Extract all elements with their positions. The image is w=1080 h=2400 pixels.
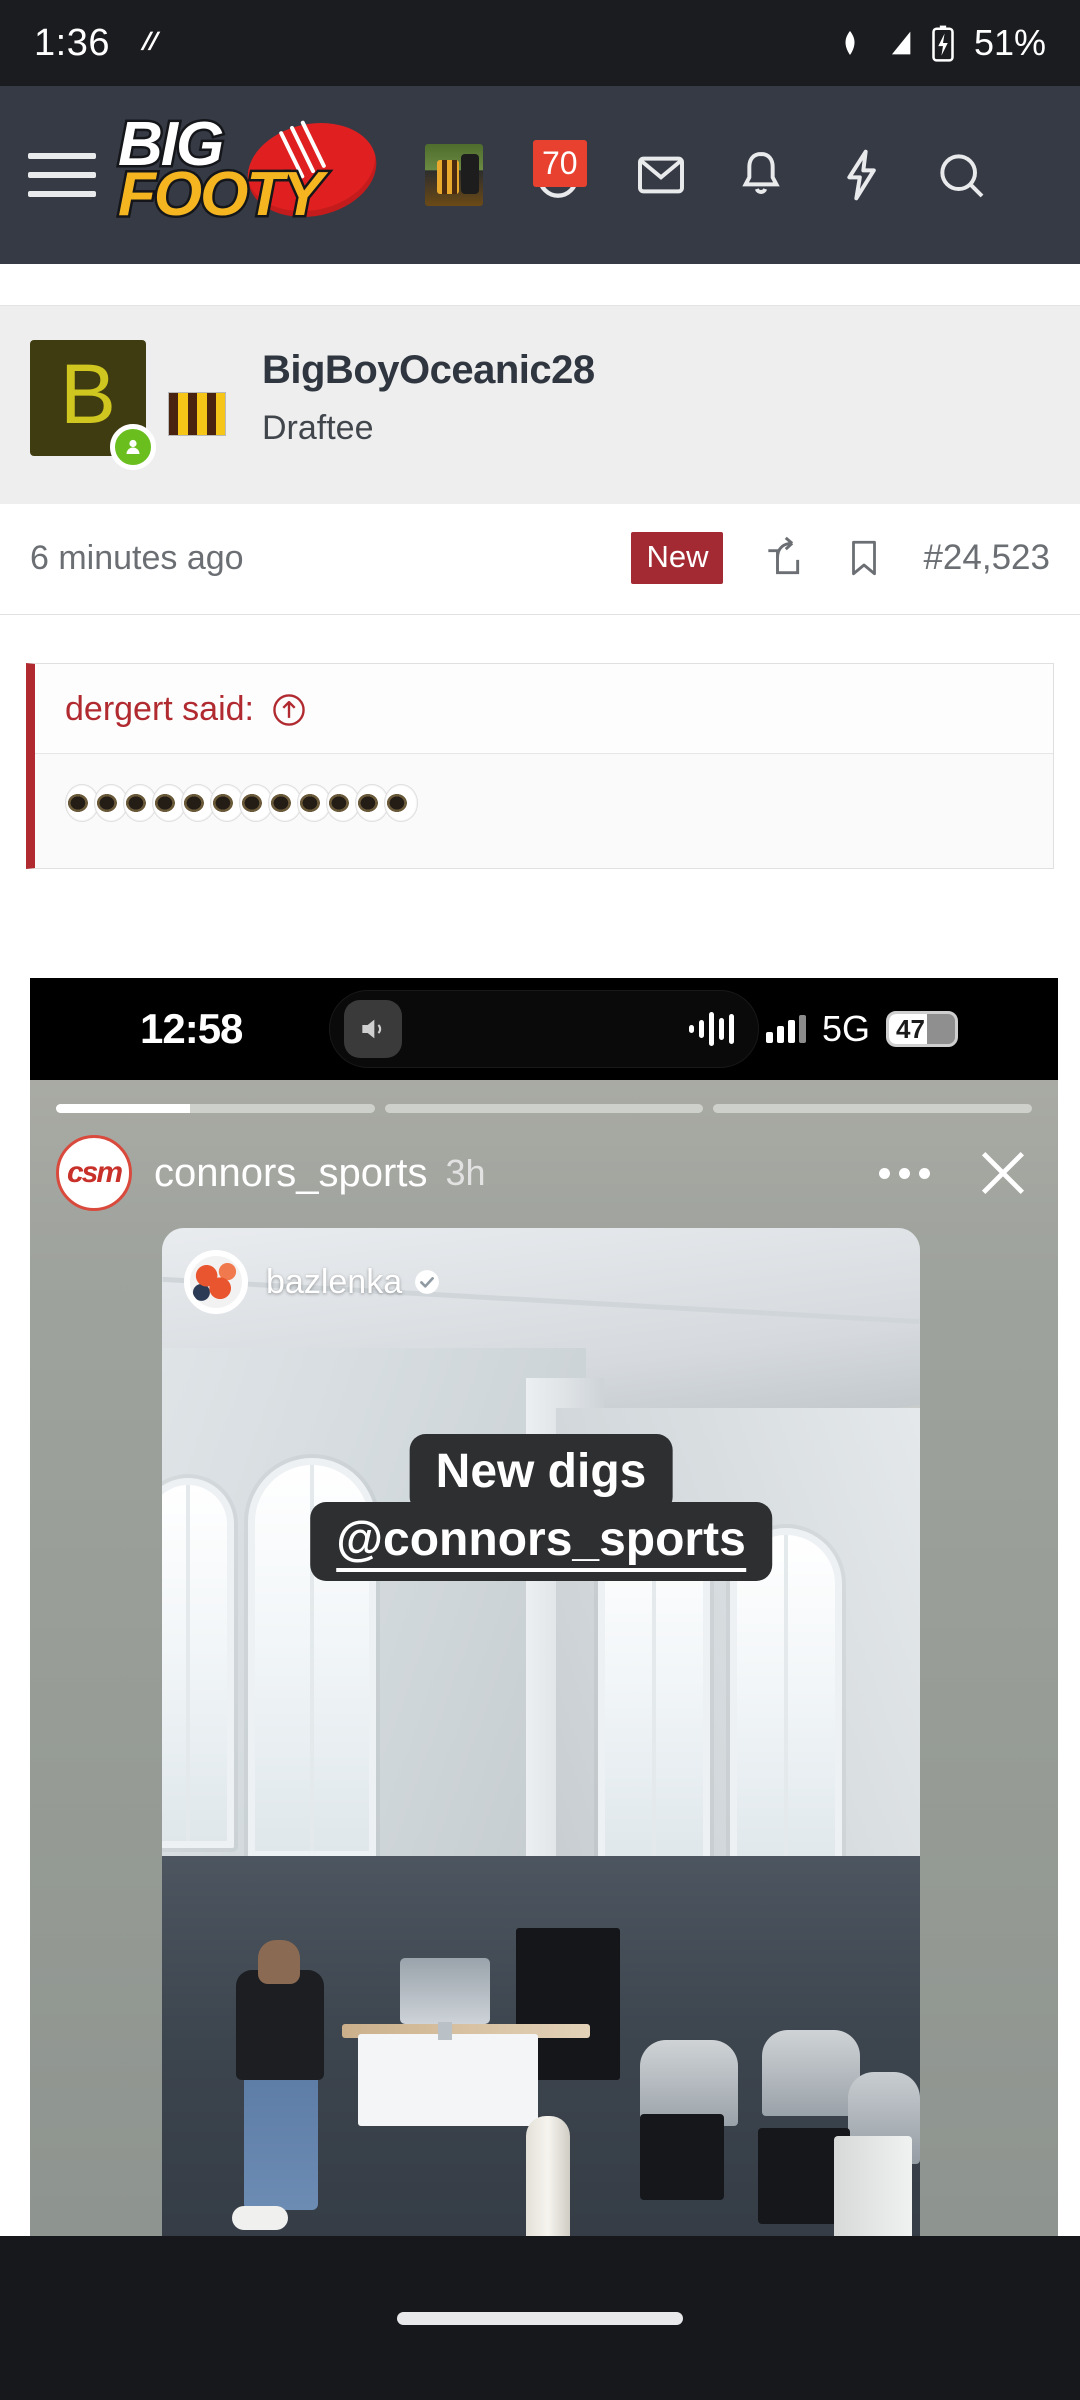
team-flag-icon xyxy=(168,392,226,436)
author-names: BigBoyOceanic28 Draftee xyxy=(262,340,595,448)
quote-header[interactable]: dergert said: xyxy=(35,664,1053,754)
story-progress-segment xyxy=(384,1104,704,1113)
cell-signal-icon xyxy=(765,1015,806,1043)
story-account-name[interactable]: connors_sports xyxy=(154,1151,427,1196)
ios-status-right: 5G 47 xyxy=(765,1008,958,1050)
quote-body xyxy=(35,754,1053,868)
embedded-screenshot-image[interactable]: 12:58 5G 47 csm connors_sports 3h bazlen… xyxy=(30,978,1058,2236)
home-gesture-pill[interactable] xyxy=(397,2311,683,2325)
alerts-icon[interactable]: 70 xyxy=(527,140,589,206)
story-time-ago: 3h xyxy=(445,1152,486,1193)
alert-count-badge: 70 xyxy=(533,140,587,187)
logo-text-footy: FOOTY xyxy=(116,160,327,229)
wifi-icon xyxy=(832,25,868,61)
whats-new-icon[interactable] xyxy=(833,147,889,203)
eyes-emoji-row xyxy=(65,784,418,822)
story-header: csm connors_sports 3h xyxy=(30,1113,1058,1211)
reposted-account-name[interactable]: bazlenka xyxy=(266,1263,402,1302)
dynamic-island xyxy=(329,990,759,1068)
battery-charging-icon xyxy=(930,24,956,62)
cell-signal-icon xyxy=(882,26,916,60)
bell-icon[interactable] xyxy=(733,147,789,203)
story-actions xyxy=(879,1144,1032,1202)
hamburger-menu-icon[interactable] xyxy=(28,153,96,197)
battery-percent-label: 51% xyxy=(973,22,1046,63)
android-status-bar: 1:36 51% xyxy=(0,0,1080,86)
post-user-title: Draftee xyxy=(262,409,374,447)
instagram-story[interactable]: csm connors_sports 3h bazlenka New digs … xyxy=(30,1080,1058,2236)
online-status-icon xyxy=(110,424,156,470)
story-caption-line2[interactable]: @connors_sports xyxy=(310,1502,772,1581)
post-username[interactable]: BigBoyOceanic28 xyxy=(262,348,595,393)
post-meta-actions: New #24,523 xyxy=(631,532,1050,584)
jump-to-post-icon[interactable] xyxy=(270,691,308,729)
quote-block: dergert said: xyxy=(26,663,1054,869)
site-navbar: BIG FOOTY 70 xyxy=(0,86,1080,264)
ios-battery-percent: 47 xyxy=(896,1013,925,1044)
bigfooty-logo[interactable]: BIG FOOTY xyxy=(114,111,386,230)
search-icon[interactable] xyxy=(933,147,989,203)
audio-waveform-icon xyxy=(689,1009,734,1049)
eyes-emoji xyxy=(384,784,418,822)
reposted-account-row[interactable]: bazlenka xyxy=(162,1228,920,1314)
more-options-icon[interactable] xyxy=(879,1167,930,1179)
speaker-icon xyxy=(344,1000,402,1058)
story-progress-bars xyxy=(30,1080,1058,1113)
content-top-strip xyxy=(0,264,1080,306)
app-notification-icon xyxy=(132,26,166,60)
close-icon[interactable] xyxy=(974,1144,1032,1202)
status-bar-left: 1:36 xyxy=(34,22,166,65)
ios-clock: 12:58 xyxy=(140,1005,243,1052)
story-progress-segment xyxy=(713,1104,1033,1113)
post-author-header: B BigBoyOceanic28 Draftee xyxy=(0,306,1080,504)
share-icon[interactable] xyxy=(761,536,805,580)
navbar-icons: 70 xyxy=(425,140,989,206)
story-progress-segment xyxy=(56,1104,375,1113)
bookmark-icon[interactable] xyxy=(843,537,885,579)
phone-screen: 1:36 51% BIG FOOTY 70 B BigBoyOceanic28 … xyxy=(0,0,1080,2400)
android-navigation-bar xyxy=(0,2236,1080,2400)
office-room-photo xyxy=(162,1228,920,2236)
inbox-icon[interactable] xyxy=(633,147,689,203)
story-caption-mention: @connors_sports xyxy=(336,1513,746,1572)
ios-battery-indicator: 47 xyxy=(886,1011,958,1047)
post-timestamp[interactable]: 6 minutes ago xyxy=(30,539,244,578)
status-bar-right: 51% xyxy=(832,22,1046,64)
reposted-story-card[interactable]: bazlenka New digs @connors_sports xyxy=(162,1228,920,2236)
verified-badge-icon xyxy=(414,1269,440,1295)
story-account-avatar[interactable]: csm xyxy=(56,1135,132,1211)
reposted-account-avatar xyxy=(184,1250,248,1314)
quote-author-label: dergert said: xyxy=(65,690,254,728)
navbar-user-avatar[interactable] xyxy=(425,144,483,206)
status-bar-clock: 1:36 xyxy=(34,21,110,64)
status-badge: New xyxy=(631,532,724,584)
network-type-label: 5G xyxy=(821,1008,870,1049)
ios-status-bar: 12:58 5G 47 xyxy=(30,978,1058,1080)
avatar[interactable]: B xyxy=(30,340,156,470)
post-meta-row: 6 minutes ago New #24,523 xyxy=(0,504,1080,615)
post-number[interactable]: #24,523 xyxy=(923,538,1050,578)
